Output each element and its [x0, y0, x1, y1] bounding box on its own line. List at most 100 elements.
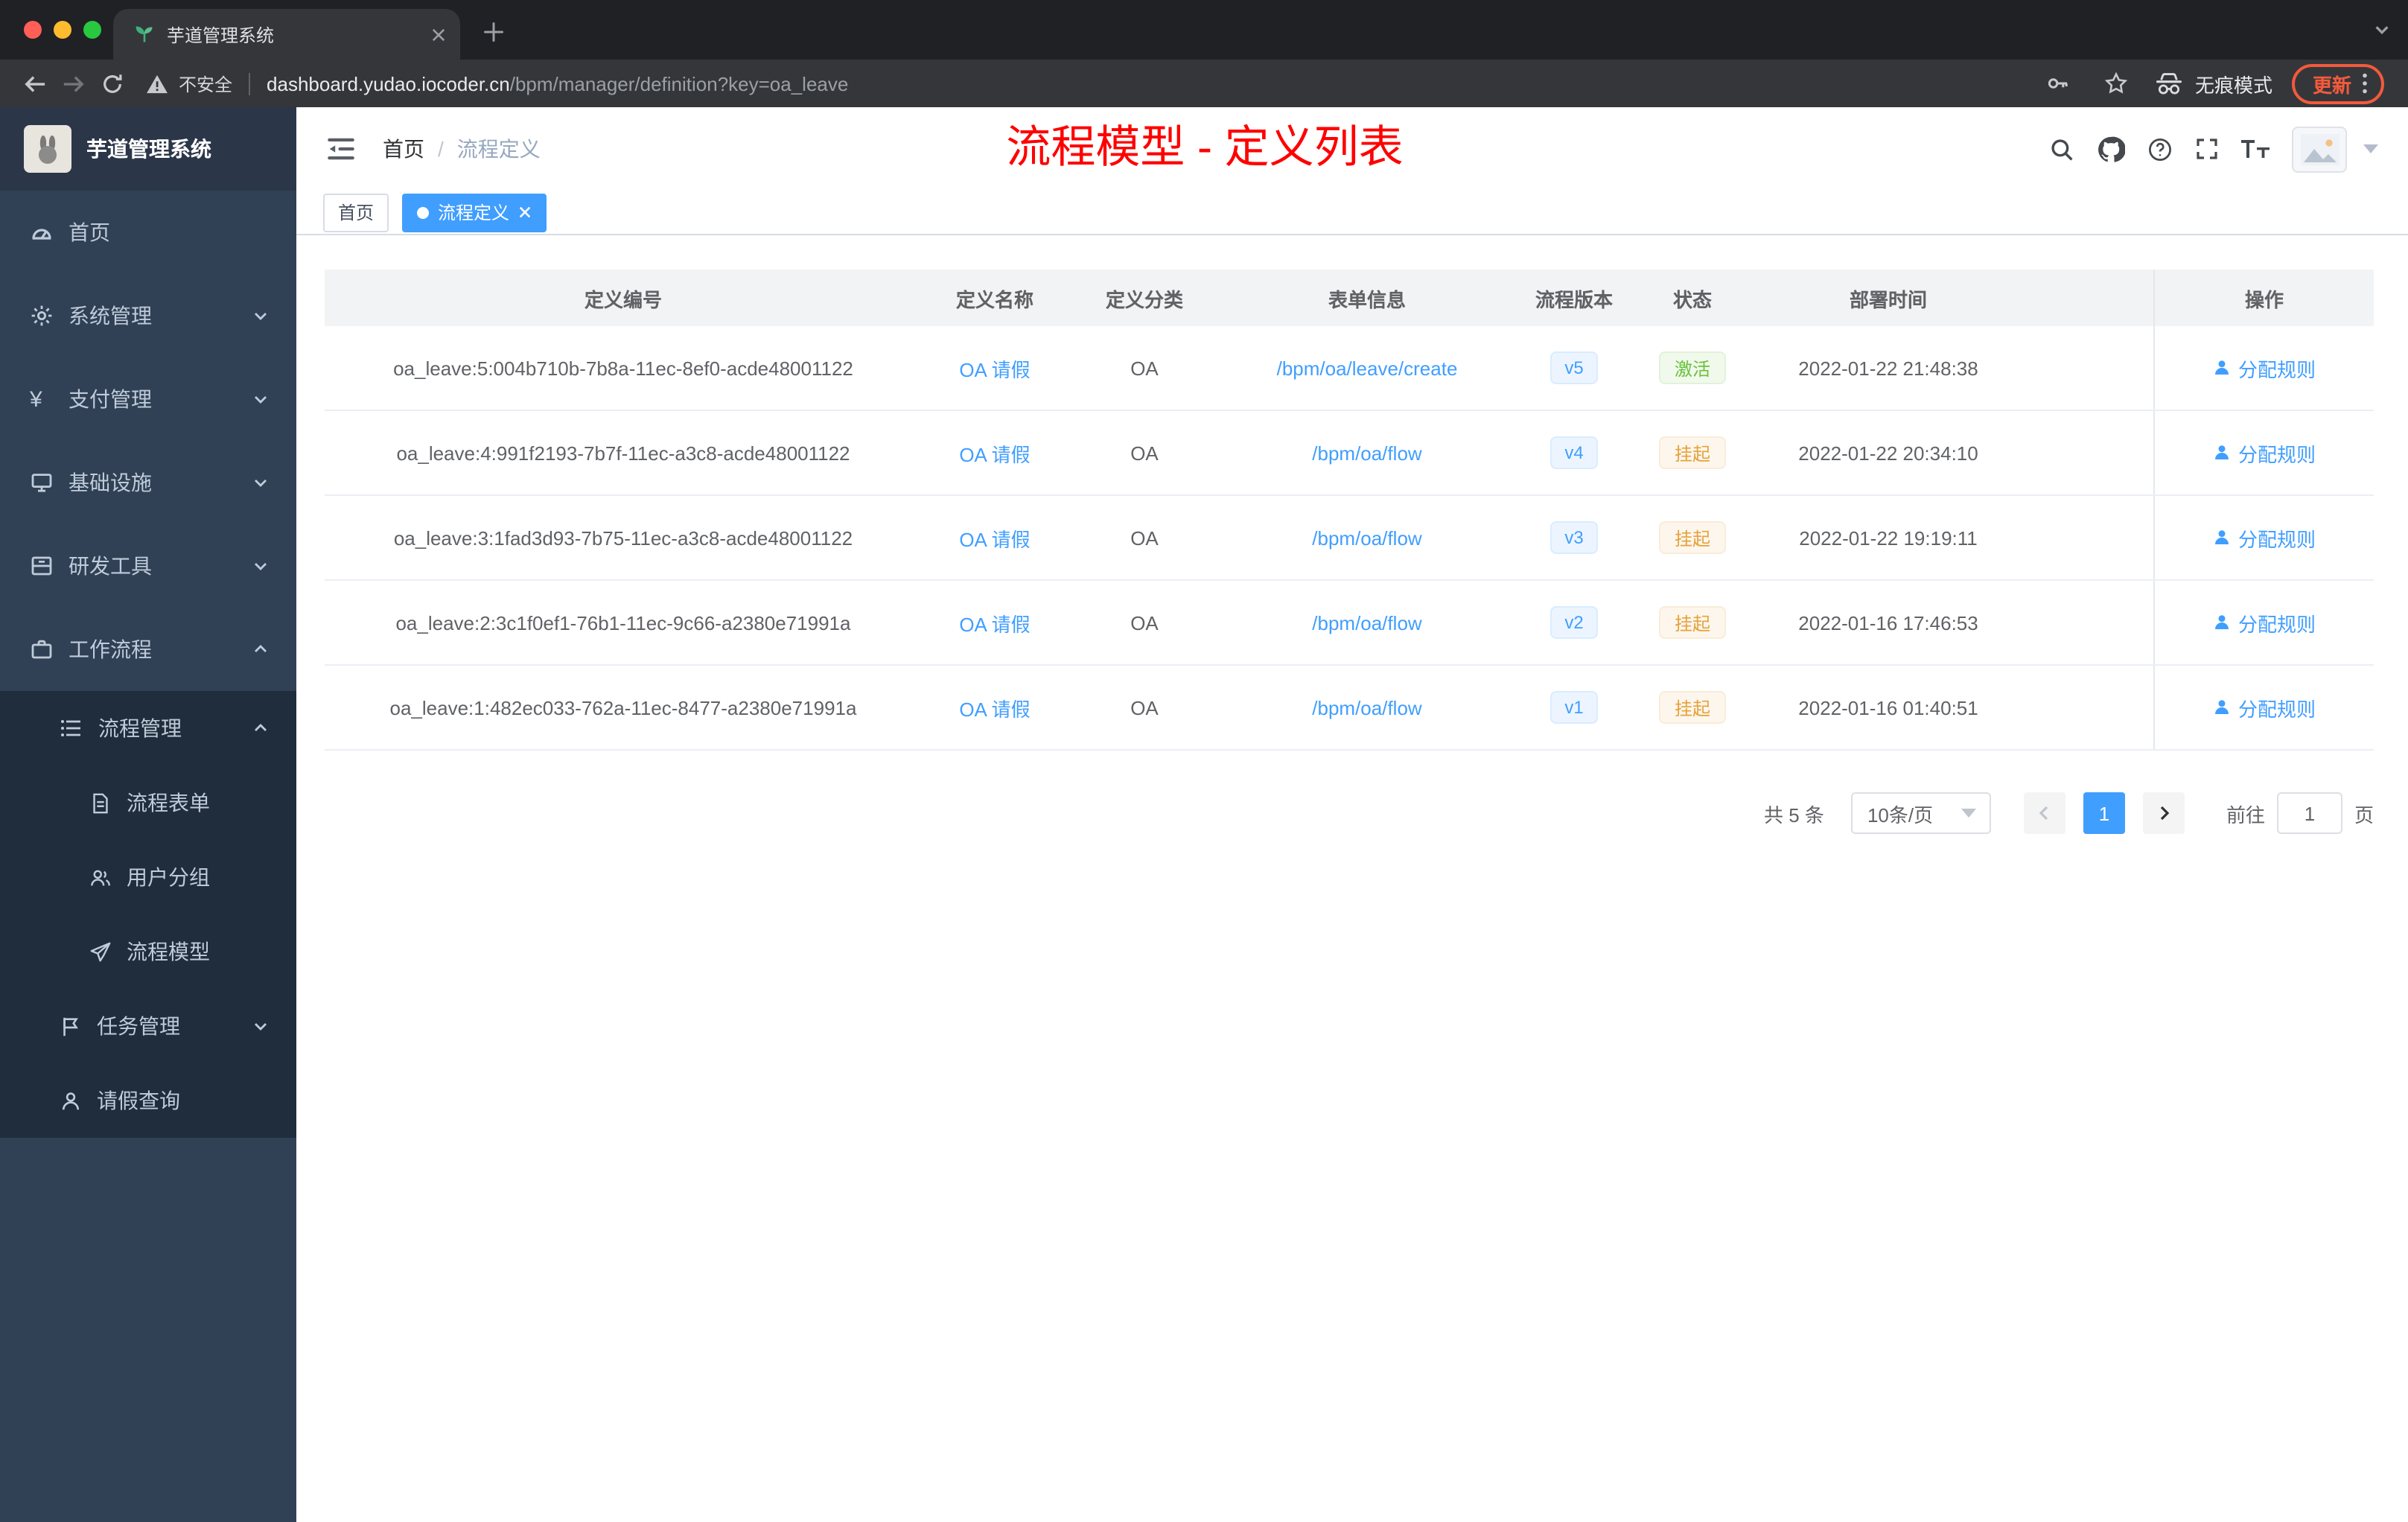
form-link[interactable]: /bpm/oa/flow: [1312, 611, 1421, 634]
tab-close-icon[interactable]: [432, 28, 445, 41]
definition-name-link[interactable]: OA 请假: [959, 608, 1030, 637]
search-button[interactable]: [2049, 136, 2074, 162]
sidebar-item-workflow[interactable]: 工作流程: [0, 608, 296, 691]
prev-page-button[interactable]: [2023, 792, 2065, 834]
tag-home[interactable]: 首页: [323, 193, 389, 232]
sidebar-item-task-management[interactable]: 任务管理: [0, 989, 296, 1063]
bookmark-star-button[interactable]: [2097, 64, 2135, 103]
avatar-dropdown-caret-icon[interactable]: [2363, 144, 2378, 153]
user-avatar[interactable]: [2292, 126, 2347, 172]
new-tab-button[interactable]: [477, 15, 509, 48]
version-tag: v1: [1549, 691, 1599, 724]
incognito-indicator: 无痕模式: [2155, 69, 2272, 98]
version-tag: v5: [1549, 351, 1599, 384]
page-number-button[interactable]: 1: [2083, 792, 2125, 834]
forward-button[interactable]: [54, 64, 92, 103]
page-size-select[interactable]: 10条/页: [1850, 792, 1991, 834]
assign-rule-label: 分配规则: [2237, 358, 2316, 380]
assign-rule-link[interactable]: 分配规则: [2213, 693, 2316, 722]
sidebar-item-leave-query[interactable]: 请假查询: [0, 1063, 296, 1138]
tree-list-icon: [60, 716, 83, 740]
tag-label: 流程定义: [438, 203, 510, 223]
main-area: 首页 / 流程定义 流程模型 - 定义列表 首页 流程定义 定义编号 定义名称 …: [296, 107, 2408, 1522]
address-bar[interactable]: dashboard.yudao.iocoder.cn/bpm/manager/d…: [267, 72, 2039, 95]
sidebar-collapse-button[interactable]: [320, 128, 362, 170]
assign-rule-link[interactable]: 分配规则: [2213, 523, 2316, 552]
sidebar-item-process-model[interactable]: 流程模型: [0, 914, 296, 989]
form-link[interactable]: /bpm/oa/flow: [1312, 526, 1421, 549]
user-icon: [2214, 360, 2229, 375]
site-security-chip[interactable]: 不安全: [146, 71, 232, 96]
fullscreen-button[interactable]: [2195, 137, 2219, 161]
form-link[interactable]: /bpm/oa/leave/create: [1277, 357, 1458, 379]
definition-name-link[interactable]: OA 请假: [959, 523, 1030, 552]
window-controls: [24, 21, 101, 39]
user-icon: [2214, 445, 2229, 459]
next-page-button[interactable]: [2142, 792, 2185, 834]
column-header: 定义分类: [1105, 288, 1183, 311]
cell-deploy-time: 2022-01-16 17:46:53: [1798, 611, 1978, 634]
sidebar-item-user-group[interactable]: 用户分组: [0, 840, 296, 914]
goto-page-input[interactable]: [2276, 792, 2342, 834]
arrow-right-icon: [63, 75, 83, 92]
sidebar-item-infrastructure[interactable]: 基础设施: [0, 441, 296, 524]
star-icon: [2104, 71, 2128, 94]
sidebar-item-dev-tools[interactable]: 研发工具: [0, 524, 296, 608]
assign-rule-link[interactable]: 分配规则: [2213, 439, 2316, 467]
security-label: 不安全: [179, 74, 233, 95]
form-link[interactable]: /bpm/oa/flow: [1312, 696, 1421, 719]
chevron-down-icon: [252, 557, 270, 575]
browser-update-menu-button[interactable]: 更新: [2291, 63, 2384, 104]
sidebar-item-process-form[interactable]: 流程表单: [0, 765, 296, 840]
cell-deploy-time: 2022-01-22 19:19:11: [1799, 526, 1978, 549]
status-tag: 挂起: [1659, 436, 1725, 469]
column-header: 操作: [2153, 270, 2374, 326]
sidebar-item-process-management[interactable]: 流程管理: [0, 691, 296, 765]
breadcrumb-separator: /: [438, 137, 444, 161]
chevron-down-icon: [252, 474, 270, 491]
breadcrumb-current: 流程定义: [456, 137, 541, 161]
sidebar-item-system[interactable]: 系统管理: [0, 274, 296, 357]
monitor-icon: [30, 471, 54, 494]
definition-name-link[interactable]: OA 请假: [959, 354, 1030, 382]
definition-name-link[interactable]: OA 请假: [959, 693, 1030, 722]
browser-tab[interactable]: 芋道管理系统: [113, 9, 460, 60]
cell-category: OA: [1130, 357, 1159, 379]
pagination: 共 5 条 10条/页 1 前往 页: [325, 792, 2374, 834]
sidebar: 芋道管理系统 首页 系统管理 ¥ 支付管理 基础设施 研发工具 工作流程 流程管…: [0, 107, 296, 1522]
version-tag: v4: [1549, 436, 1599, 469]
dashboard-icon: [30, 220, 54, 244]
zoom-window-button[interactable]: [83, 21, 101, 39]
gear-icon: [30, 304, 54, 328]
minimize-window-button[interactable]: [54, 21, 71, 39]
github-button[interactable]: [2097, 135, 2125, 163]
definition-name-link[interactable]: OA 请假: [959, 439, 1030, 467]
reload-button[interactable]: [92, 64, 131, 103]
tab-search-button[interactable]: [2374, 24, 2390, 36]
font-size-button[interactable]: [2241, 137, 2270, 161]
column-header: 部署时间: [1849, 288, 1927, 311]
column-header: 定义编号: [584, 288, 662, 311]
help-button[interactable]: [2147, 136, 2173, 162]
tab-favicon-icon: [134, 24, 155, 45]
navbar: 首页 / 流程定义 流程模型 - 定义列表: [296, 107, 2408, 191]
form-link[interactable]: /bpm/oa/flow: [1312, 442, 1421, 464]
sidebar-item-label: 流程模型: [127, 940, 210, 964]
page-title: 流程模型 - 定义列表: [1006, 124, 1404, 173]
password-key-button[interactable]: [2039, 64, 2077, 103]
flag-icon: [60, 1015, 82, 1037]
url-host: dashboard.yudao.iocoder.cn: [267, 72, 510, 95]
assign-rule-link[interactable]: 分配规则: [2213, 354, 2316, 382]
sidebar-item-payment[interactable]: ¥ 支付管理: [0, 357, 296, 441]
tag-process-definition[interactable]: 流程定义: [402, 193, 547, 232]
back-button[interactable]: [15, 64, 54, 103]
breadcrumb-home[interactable]: 首页: [383, 134, 424, 164]
goto-label: 前往: [2226, 803, 2265, 826]
tag-close-icon[interactable]: [518, 206, 532, 219]
hamburger-icon: [328, 138, 354, 160]
close-window-button[interactable]: [24, 21, 42, 39]
app-shell: 芋道管理系统 首页 系统管理 ¥ 支付管理 基础设施 研发工具 工作流程 流程管…: [0, 107, 2408, 1522]
sidebar-item-home[interactable]: 首页: [0, 191, 296, 274]
assign-rule-link[interactable]: 分配规则: [2213, 608, 2316, 637]
sidebar-item-label: 首页: [69, 220, 110, 244]
